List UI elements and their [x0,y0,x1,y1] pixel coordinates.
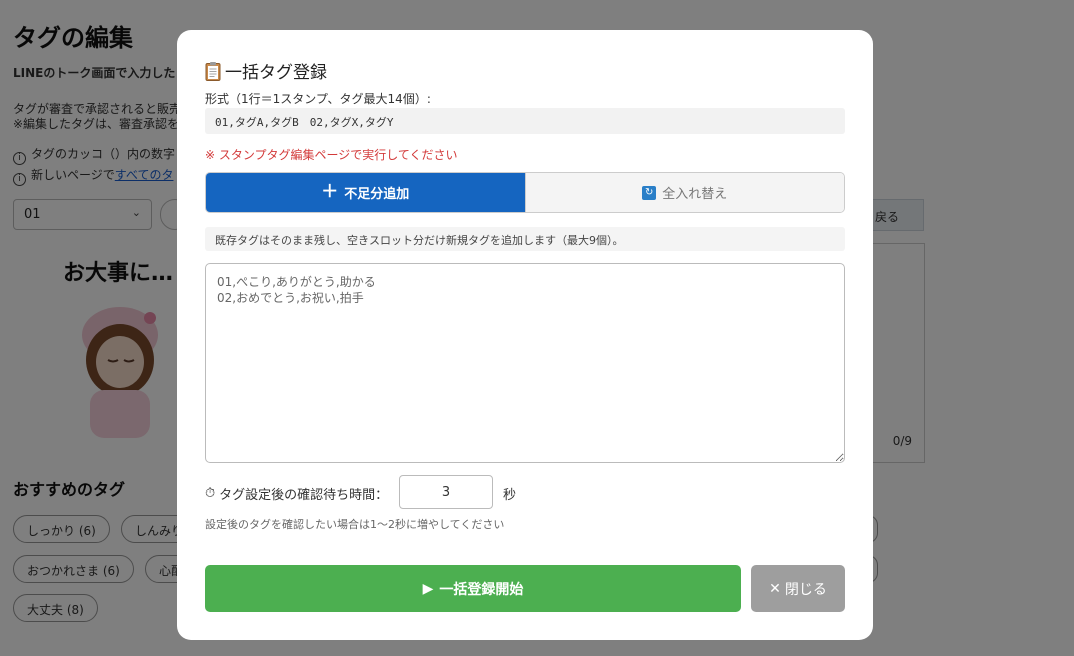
close-label: 閉じる [784,581,827,598]
start-bulk-register-button[interactable]: ▶ 一括登録開始 [205,565,741,612]
warning-text: ※ スタンプタグ編集ページで実行してください [205,148,458,162]
bulk-tag-modal: 一括タグ登録 形式（1行＝1スタンプ、タグ最大14個）: 01,タグA,タグB … [177,30,873,640]
refresh-icon: ↻ [642,185,657,200]
mode-add-label: 不足分追加 [344,187,410,202]
mode-replace-label: 全入れ替え [662,187,728,202]
mode-replace-button[interactable]: ↻ 全入れ替え [524,173,844,212]
clipboard-icon [205,61,221,81]
wait-seconds-input[interactable] [399,475,493,509]
format-example: 01,タグA,タグB 02,タグX,タグY [205,108,845,134]
close-icon: ✕ [769,580,781,597]
close-button[interactable]: ✕ 閉じる [751,565,845,612]
mode-toggle: ＋ 不足分追加 ↻ 全入れ替え [205,172,845,213]
wait-hint: 設定後のタグを確認したい場合は1〜2秒に増やしてください [205,518,505,531]
play-icon: ▶ [422,580,434,597]
modal-title-text: 一括タグ登録 [225,63,327,83]
wait-unit: 秒 [503,488,517,503]
modal-title: 一括タグ登録 [205,58,327,83]
wait-time-label: ⏱ タグ設定後の確認待ち時間： [205,484,388,503]
stopwatch-icon: ⏱ [205,486,216,501]
mode-description: 既存タグはそのまま残し、空きスロット分だけ新規タグを追加します（最大9個）。 [205,227,845,251]
start-label: 一括登録開始 [439,581,524,598]
wait-label-text: タグ設定後の確認待ち時間： [219,488,389,503]
plus-icon: ＋ [321,182,339,202]
bulk-tag-input[interactable] [205,263,845,463]
format-label: 形式（1行＝1スタンプ、タグ最大14個）: [205,92,431,106]
mode-add-button[interactable]: ＋ 不足分追加 [206,173,525,212]
